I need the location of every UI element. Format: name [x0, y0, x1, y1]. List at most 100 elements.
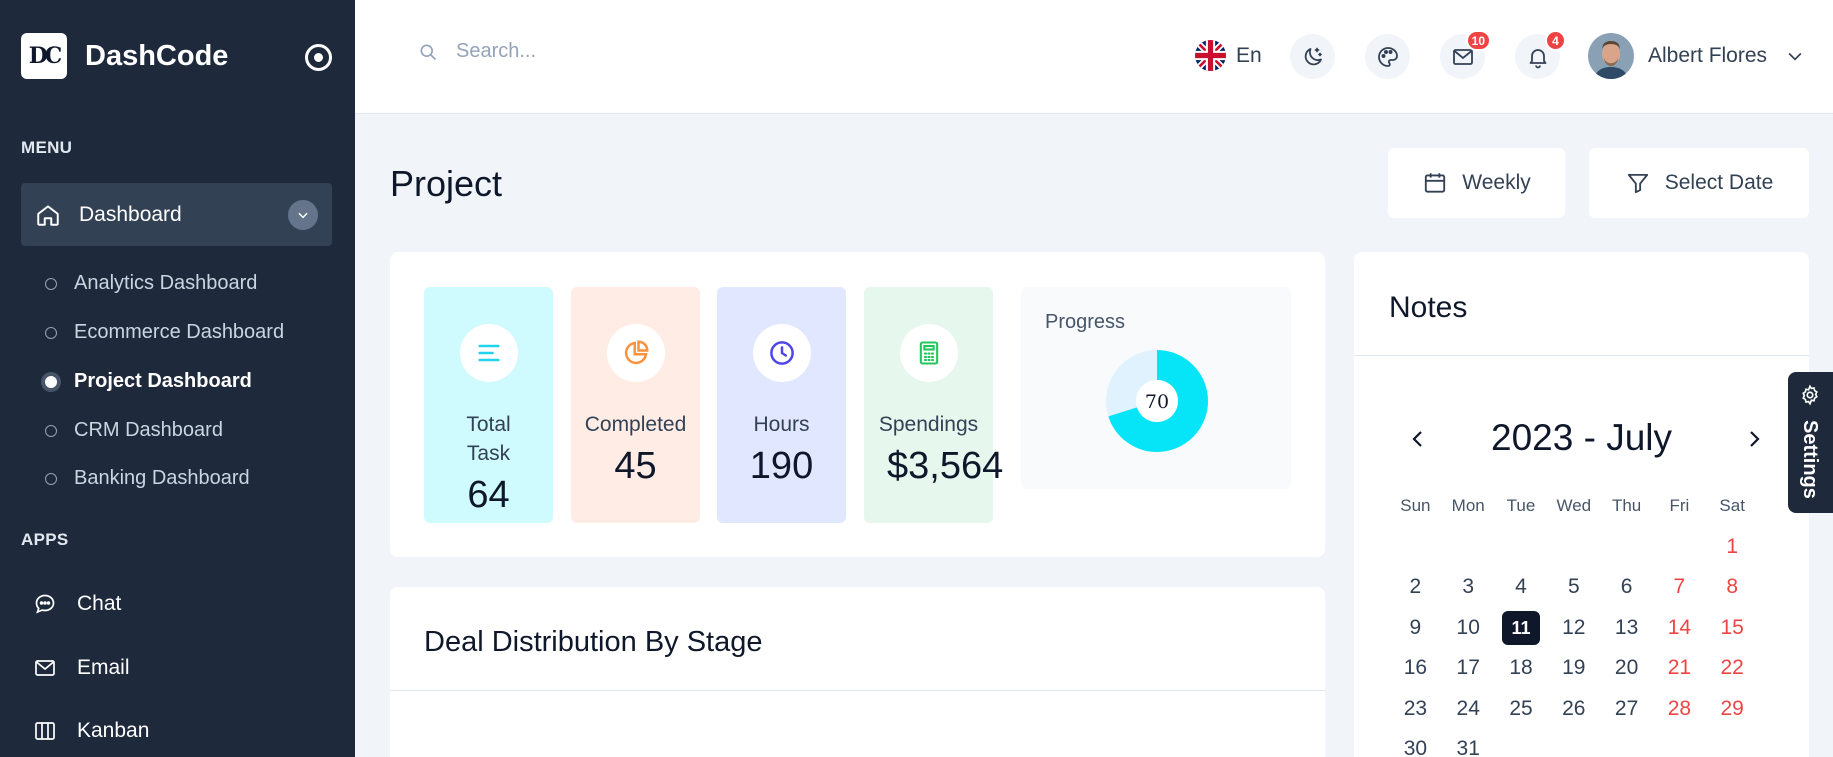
gear-icon	[1802, 384, 1818, 406]
bullet-icon	[45, 277, 57, 290]
language-label: En	[1236, 43, 1262, 67]
divider	[390, 690, 1325, 691]
sidebar-item-project-dashboard[interactable]: Project Dashboard	[45, 370, 252, 393]
calendar-day[interactable]: 2	[1389, 575, 1442, 599]
sidebar-item-banking-dashboard[interactable]: Banking Dashboard	[45, 467, 250, 490]
notifications-button[interactable]: 4	[1515, 30, 1566, 79]
calendar-day[interactable]: 30	[1389, 737, 1442, 757]
search-input[interactable]	[456, 40, 756, 63]
calendar-icon	[1425, 173, 1446, 193]
calendar-day[interactable]: 27	[1600, 697, 1653, 721]
user-menu[interactable]: Albert Flores	[1588, 33, 1805, 79]
calendar-day[interactable]: 9	[1389, 616, 1442, 640]
calendar-week-row: 23 24 25 26 27 28 29	[1389, 689, 1759, 730]
palette-icon	[1377, 46, 1398, 67]
calendar-day[interactable]: 1	[1706, 535, 1759, 559]
top-header: En 10 4 Albert Flores	[355, 0, 1833, 114]
calendar-day[interactable]: 15	[1706, 616, 1759, 640]
search-icon	[420, 44, 437, 60]
settings-tab[interactable]: Settings	[1788, 372, 1833, 513]
chevron-left-icon[interactable]	[1406, 427, 1430, 451]
home-icon	[37, 204, 59, 226]
weekday-label: Tue	[1506, 496, 1536, 516]
chat-icon	[35, 594, 55, 614]
sidebar-item-kanban[interactable]: Kanban	[33, 719, 149, 743]
calendar-day[interactable]: 17	[1442, 656, 1495, 680]
sidebar-item-chat[interactable]: Chat	[33, 592, 121, 616]
calendar-day[interactable]: 25	[1495, 697, 1548, 721]
sidebar-toggle-button[interactable]	[305, 44, 332, 71]
calendar-day[interactable]: 16	[1389, 656, 1442, 680]
theme-palette-button[interactable]	[1365, 34, 1410, 79]
calendar-day[interactable]: 11	[1495, 610, 1548, 645]
calendar-week-row: 30 31	[1389, 729, 1759, 757]
stat-total-task: Total Task 64	[424, 287, 553, 523]
brand-name: DashCode	[85, 39, 229, 72]
calendar-day[interactable]: 13	[1600, 616, 1653, 640]
calendar-week-row: 16 17 18 19 20 21 22	[1389, 648, 1759, 689]
calendar-day[interactable]: 26	[1547, 697, 1600, 721]
calendar-weekday-row: Sun Mon Tue Wed Thu Fri Sat	[1389, 486, 1759, 527]
user-name: Albert Flores	[1648, 44, 1768, 67]
weekday-label: Sun	[1400, 496, 1431, 516]
brand[interactable]: DC DashCode	[21, 33, 228, 79]
logo: DC	[21, 33, 67, 79]
weekday-label: Fri	[1669, 496, 1690, 516]
weekday-label: Thu	[1611, 496, 1642, 516]
weekday-label: Sat	[1719, 496, 1745, 516]
stat-label: Hours	[753, 413, 810, 436]
stat-label: Total Task	[466, 413, 511, 465]
calendar-day[interactable]: 6	[1600, 575, 1653, 599]
stat-label: Spendings	[878, 413, 979, 436]
calendar-day[interactable]: 19	[1547, 656, 1600, 680]
stat-label: Completed	[584, 413, 687, 436]
calendar-day[interactable]: 14	[1653, 616, 1706, 640]
weekly-button[interactable]: Weekly	[1388, 148, 1565, 218]
calendar-day[interactable]: 23	[1389, 697, 1442, 721]
calendar-header: 2023 - July	[1354, 415, 1809, 465]
kanban-icon	[35, 722, 55, 740]
calendar-day[interactable]: 18	[1495, 656, 1548, 680]
bullet-icon	[45, 424, 57, 437]
sidebar-item-ecommerce-dashboard[interactable]: Ecommerce Dashboard	[45, 321, 284, 344]
calendar-day[interactable]: 12	[1547, 616, 1600, 640]
calendar-day[interactable]: 4	[1495, 575, 1548, 599]
bell-icon	[1529, 48, 1546, 68]
avatar	[1588, 33, 1634, 79]
select-date-button[interactable]: Select Date	[1589, 148, 1809, 218]
calendar-day[interactable]: 24	[1442, 697, 1495, 721]
calendar-day[interactable]: 8	[1706, 575, 1759, 599]
calendar-grid: Sun Mon Tue Wed Thu Fri Sat 1 2 3 4 5 6 7 8 9 10 11 12 13 14…	[1389, 486, 1759, 757]
sidebar-item-crm-dashboard[interactable]: CRM Dashboard	[45, 419, 223, 442]
mail-icon	[35, 660, 55, 676]
calendar-day[interactable]: 5	[1547, 575, 1600, 599]
sidebar-item-analytics-dashboard[interactable]: Analytics Dashboard	[45, 272, 257, 295]
calendar-day[interactable]: 31	[1442, 737, 1495, 757]
calendar-day[interactable]: 22	[1706, 656, 1759, 680]
stat-hours: Hours 190	[717, 287, 846, 523]
calculator-icon	[899, 324, 958, 382]
calendar-day[interactable]: 21	[1653, 656, 1706, 680]
progress-donut: 70	[1106, 350, 1208, 452]
notification-count-badge: 4	[1545, 30, 1566, 51]
apps-section-title: APPS	[21, 530, 69, 549]
sidebar-item-email[interactable]: Email	[33, 656, 130, 680]
progress-widget: Progress 70	[1021, 287, 1291, 489]
calendar-day[interactable]: 29	[1706, 697, 1759, 721]
calendar-day[interactable]: 28	[1653, 697, 1706, 721]
calendar-day[interactable]: 20	[1600, 656, 1653, 680]
stat-value: 64	[467, 474, 510, 516]
chevron-right-icon[interactable]	[1742, 427, 1766, 451]
sidebar-item-dashboard[interactable]: Dashboard	[21, 183, 332, 246]
calendar-day[interactable]: 10	[1442, 616, 1495, 640]
calendar-week-row: 1	[1389, 527, 1759, 568]
menu-section-title: MENU	[21, 138, 73, 157]
calendar-day[interactable]: 7	[1653, 575, 1706, 599]
language-selector[interactable]: En	[1195, 40, 1262, 71]
messages-button[interactable]: 10	[1440, 30, 1491, 79]
search-bar[interactable]	[418, 40, 756, 63]
calendar-week-row: 2345678	[1389, 567, 1759, 608]
clock-icon	[752, 324, 811, 382]
calendar-day[interactable]: 3	[1442, 575, 1495, 599]
dark-mode-toggle[interactable]	[1290, 34, 1335, 79]
